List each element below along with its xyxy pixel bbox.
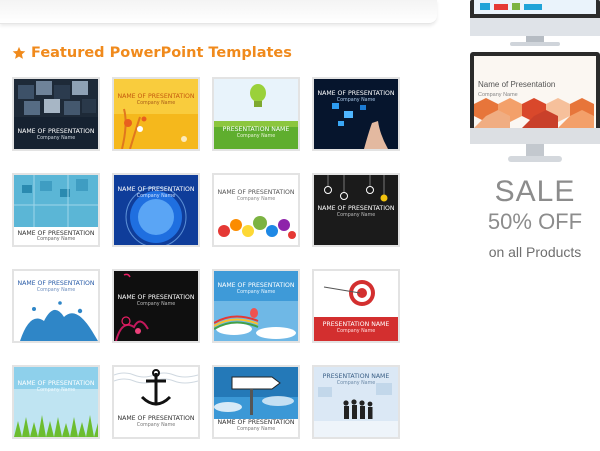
template-name: PRESENTATION NAME xyxy=(222,126,290,133)
template-company: Company Name xyxy=(236,290,276,295)
template-card[interactable]: NAME OF PRESENTATION Company Name xyxy=(112,173,200,247)
template-name: PRESENTATION NAME xyxy=(322,373,390,380)
template-company: Company Name xyxy=(136,423,176,428)
section-title: Featured PowerPoint Templates xyxy=(31,45,292,61)
template-card[interactable]: NAME OF PRESENTATION Company Name xyxy=(112,269,200,343)
template-name: NAME OF PRESENTATION xyxy=(317,205,395,212)
template-card[interactable]: NAME OF PRESENTATION Company Name xyxy=(312,173,400,247)
top-header-bar xyxy=(0,0,437,24)
template-company: Company Name xyxy=(36,388,76,393)
monitor-preview-top[interactable] xyxy=(470,0,600,46)
template-card[interactable]: NAME OF PRESENTATION Company Name xyxy=(112,365,200,439)
template-name: NAME OF PRESENTATION xyxy=(217,189,295,196)
template-card[interactable]: NAME OF PRESENTATION Company Name xyxy=(12,173,100,247)
template-card[interactable]: NAME OF PRESENTATION Company Name xyxy=(12,77,100,151)
section-header: Featured PowerPoint Templates xyxy=(12,43,292,63)
template-name: NAME OF PRESENTATION xyxy=(217,419,295,426)
template-company: Company Name xyxy=(36,288,76,293)
monitor-company-name: Company Name xyxy=(478,92,518,98)
template-company: Company Name xyxy=(236,197,276,202)
template-name: NAME OF PRESENTATION xyxy=(117,294,195,301)
template-thumbnail xyxy=(214,175,298,245)
template-name: NAME OF PRESENTATION xyxy=(17,280,95,287)
template-company: Company Name xyxy=(236,427,276,432)
template-name: NAME OF PRESENTATION xyxy=(217,282,295,289)
template-card[interactable]: NAME OF PRESENTATION Company Name xyxy=(112,77,200,151)
template-company: Company Name xyxy=(236,134,276,139)
template-card[interactable]: NAME OF PRESENTATION Company Name xyxy=(212,365,300,439)
template-name: NAME OF PRESENTATION xyxy=(117,186,195,193)
monitor-image xyxy=(470,0,600,46)
template-name: NAME OF PRESENTATION xyxy=(17,230,95,237)
template-company: Company Name xyxy=(36,136,76,141)
template-card[interactable]: NAME OF PRESENTATION Company Name xyxy=(12,269,100,343)
monitor-template-name: Name of Presentation xyxy=(478,80,556,89)
template-thumbnail xyxy=(114,79,198,149)
template-company: Company Name xyxy=(136,194,176,199)
sale-subtext: on all Products xyxy=(488,244,582,260)
template-company: Company Name xyxy=(336,381,376,386)
template-name: PRESENTATION NAME xyxy=(322,321,390,328)
template-card[interactable]: PRESENTATION NAME Company Name xyxy=(312,269,400,343)
template-card[interactable]: NAME OF PRESENTATION Company Name xyxy=(212,173,300,247)
template-card[interactable]: NAME OF PRESENTATION Company Name xyxy=(12,365,100,439)
template-thumbnail xyxy=(14,367,98,437)
template-company: Company Name xyxy=(136,302,176,307)
template-name: NAME OF PRESENTATION xyxy=(17,128,95,135)
template-name: NAME OF PRESENTATION xyxy=(117,415,195,422)
template-grid: NAME OF PRESENTATION Company Name NAME O… xyxy=(12,77,404,449)
template-card[interactable]: NAME OF PRESENTATION Company Name xyxy=(212,269,300,343)
monitor-preview[interactable]: Name of Presentation Company Name xyxy=(470,52,600,164)
template-name: NAME OF PRESENTATION xyxy=(317,90,395,97)
monitor-image xyxy=(470,52,600,162)
template-name: NAME OF PRESENTATION xyxy=(17,380,95,387)
sale-heading: SALE xyxy=(494,175,576,208)
template-company: Company Name xyxy=(336,329,376,334)
star-icon xyxy=(12,46,26,59)
template-company: Company Name xyxy=(336,98,376,103)
sale-discount: 50% OFF xyxy=(487,209,583,234)
template-card[interactable]: NAME OF PRESENTATION Company Name xyxy=(312,77,400,151)
template-card[interactable]: PRESENTATION NAME Company Name xyxy=(212,77,300,151)
template-company: Company Name xyxy=(36,237,76,242)
template-company: Company Name xyxy=(136,101,176,106)
template-card[interactable]: PRESENTATION NAME Company Name xyxy=(312,365,400,439)
template-company: Company Name xyxy=(336,213,376,218)
template-name: NAME OF PRESENTATION xyxy=(117,93,195,100)
